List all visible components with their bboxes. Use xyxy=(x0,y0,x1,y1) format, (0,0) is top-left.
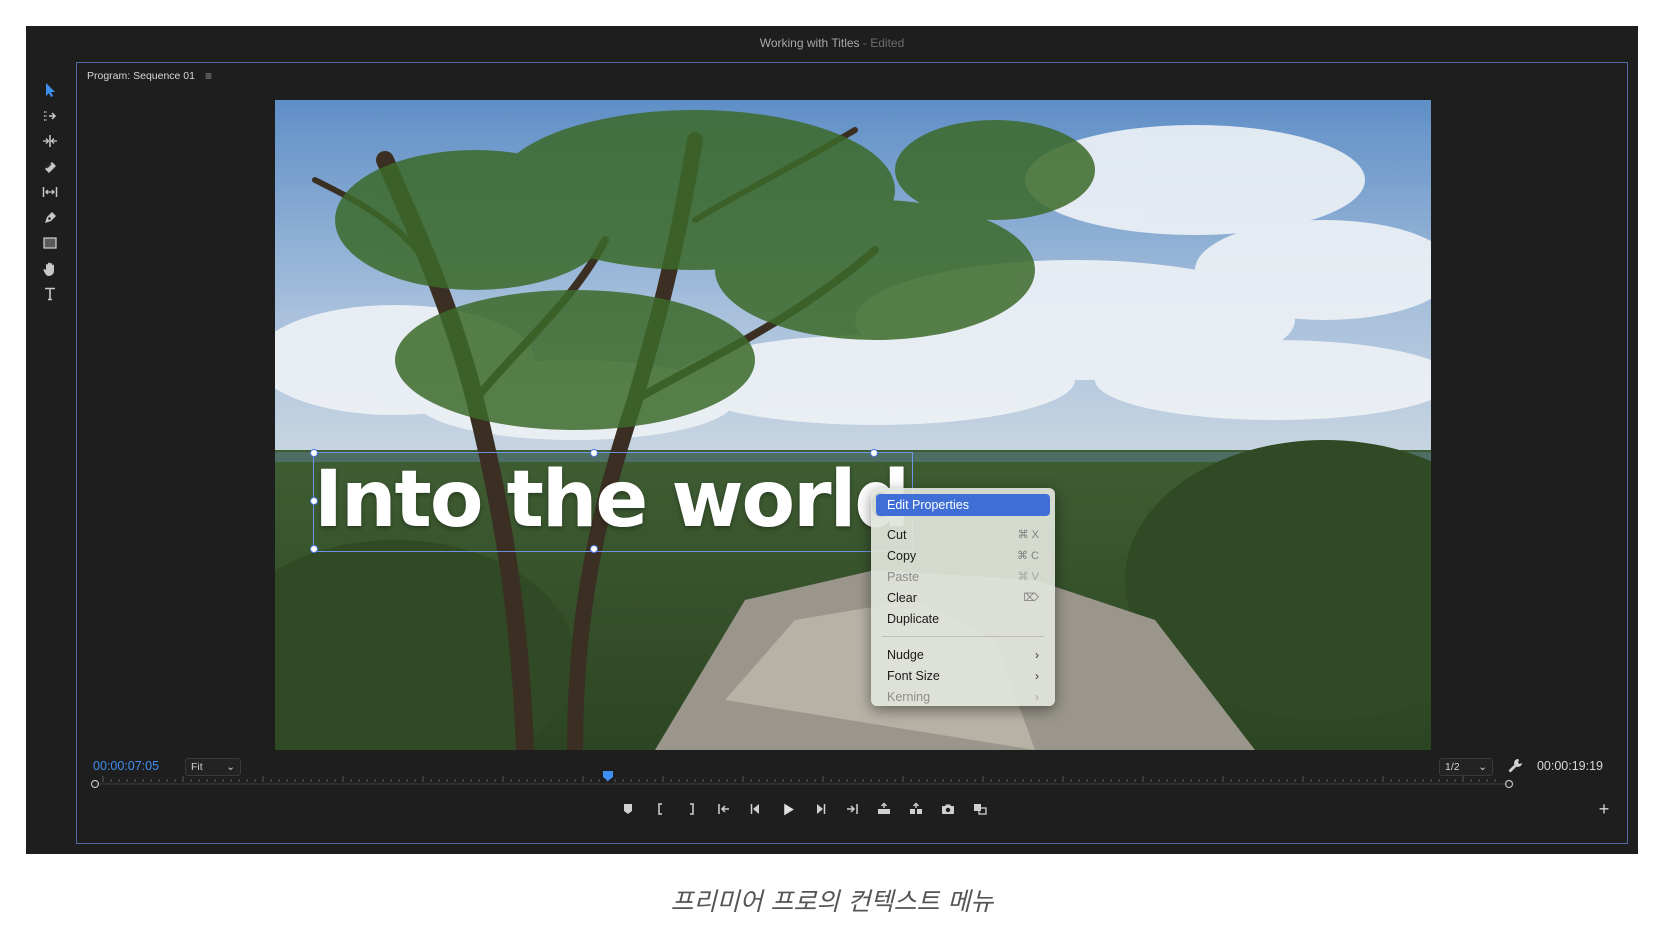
window-status: Edited xyxy=(870,36,905,50)
pen-tool[interactable] xyxy=(38,206,62,230)
hamburger-icon[interactable]: ≡ xyxy=(205,69,212,83)
step-back-icon xyxy=(750,804,759,814)
lift-icon xyxy=(878,802,890,814)
duration-timecode: 00:00:19:19 xyxy=(1536,759,1603,773)
step-back-button[interactable] xyxy=(745,798,767,820)
export-frame-button[interactable] xyxy=(937,798,959,820)
go-to-out-button[interactable] xyxy=(841,798,863,820)
button-editor-add-icon[interactable]: + xyxy=(1595,799,1613,819)
mark-out-icon xyxy=(690,803,694,815)
program-monitor-panel: Program: Sequence 01 ≡ Into the world 00… xyxy=(76,62,1628,844)
comparison-view-button[interactable] xyxy=(969,798,991,820)
chevron-right-icon: › xyxy=(1035,689,1039,704)
menu-item-cut[interactable]: Cut ⌘ X xyxy=(876,524,1050,545)
menu-item-edit-properties[interactable]: Edit Properties xyxy=(876,494,1050,516)
razor-tool[interactable] xyxy=(38,155,62,179)
panel-title: Program: Sequence 01 xyxy=(87,70,195,82)
hand-tool[interactable] xyxy=(38,257,62,281)
title-text[interactable]: Into the world xyxy=(314,455,910,545)
mark-out-button[interactable] xyxy=(681,798,703,820)
image-caption: 프리미어 프로의 컨텍스트 메뉴 xyxy=(670,887,994,916)
type-tool[interactable] xyxy=(38,282,62,306)
menu-item-duplicate[interactable]: Duplicate xyxy=(876,608,1050,629)
play-icon xyxy=(783,803,794,815)
compare-icon xyxy=(974,804,987,815)
track-select-icon xyxy=(44,110,57,121)
rectangle-icon xyxy=(43,237,57,249)
menu-shortcut: ⌦ xyxy=(1023,592,1039,604)
slip-icon xyxy=(42,187,58,197)
menu-shortcut: ⌘ V xyxy=(1017,571,1039,583)
extract-icon xyxy=(910,802,922,814)
menu-shortcut: ⌘ X xyxy=(1017,529,1039,541)
ripple-edit-icon xyxy=(43,135,57,147)
resize-handle[interactable] xyxy=(310,545,318,553)
mark-in-icon xyxy=(658,803,662,815)
camera-icon xyxy=(942,804,954,814)
step-forward-button[interactable] xyxy=(809,798,831,820)
window-titlebar: Working with Titles - Edited xyxy=(759,36,905,50)
video-scene xyxy=(275,100,1431,750)
window-title: Working with Titles xyxy=(759,36,860,50)
current-timecode[interactable]: 00:00:07:05 xyxy=(93,759,159,773)
extract-button[interactable] xyxy=(905,798,927,820)
pen-icon xyxy=(45,211,56,223)
timeline-ruler[interactable] xyxy=(89,772,1515,792)
resize-handle[interactable] xyxy=(870,449,878,457)
rectangle-tool[interactable] xyxy=(38,231,62,255)
resize-handle[interactable] xyxy=(590,545,598,553)
lift-button[interactable] xyxy=(873,798,895,820)
title-bounding-box[interactable]: Into the world xyxy=(310,449,913,553)
selection-tool[interactable] xyxy=(38,78,62,102)
arrow-icon xyxy=(46,83,55,97)
go-to-in-button[interactable] xyxy=(713,798,735,820)
resize-handle[interactable] xyxy=(310,497,318,505)
razor-icon xyxy=(45,161,56,173)
menu-item-font-size[interactable]: Font Size › xyxy=(876,665,1050,686)
play-button[interactable] xyxy=(777,798,799,820)
transport-controls xyxy=(617,798,991,820)
menu-item-clear[interactable]: Clear ⌦ xyxy=(876,587,1050,608)
chevron-right-icon: › xyxy=(1035,668,1039,683)
menu-item-copy[interactable]: Copy ⌘ C xyxy=(876,545,1050,566)
go-to-in-icon xyxy=(718,804,729,814)
mark-in-button[interactable] xyxy=(649,798,671,820)
premiere-app-window: Working with Titles - Edited Program: Se… xyxy=(26,26,1638,854)
step-forward-icon xyxy=(817,804,826,814)
ripple-edit-tool[interactable] xyxy=(38,129,62,153)
chevron-right-icon: › xyxy=(1035,647,1039,662)
resize-handle[interactable] xyxy=(310,449,318,457)
resize-handle[interactable] xyxy=(590,449,598,457)
marker-icon xyxy=(624,804,632,814)
menu-shortcut: ⌘ C xyxy=(1017,550,1039,562)
tools-panel xyxy=(36,78,64,308)
hand-icon xyxy=(43,262,54,276)
program-video-frame[interactable]: Into the world xyxy=(275,100,1431,750)
playhead-marker[interactable] xyxy=(602,770,614,782)
menu-item-kerning: Kerning › xyxy=(887,689,1039,704)
menu-item-paste: Paste ⌘ V xyxy=(887,569,1039,584)
slip-tool[interactable] xyxy=(38,180,62,204)
context-menu: Edit Properties Cut ⌘ X Copy ⌘ C Paste ⌘… xyxy=(871,488,1055,706)
panel-header: Program: Sequence 01 ≡ xyxy=(87,69,212,83)
type-icon xyxy=(45,287,55,301)
add-marker-button[interactable] xyxy=(617,798,639,820)
menu-item-nudge[interactable]: Nudge › xyxy=(876,644,1050,665)
go-to-out-icon xyxy=(847,804,858,814)
menu-separator xyxy=(882,636,1044,637)
track-select-tool[interactable] xyxy=(38,104,62,128)
